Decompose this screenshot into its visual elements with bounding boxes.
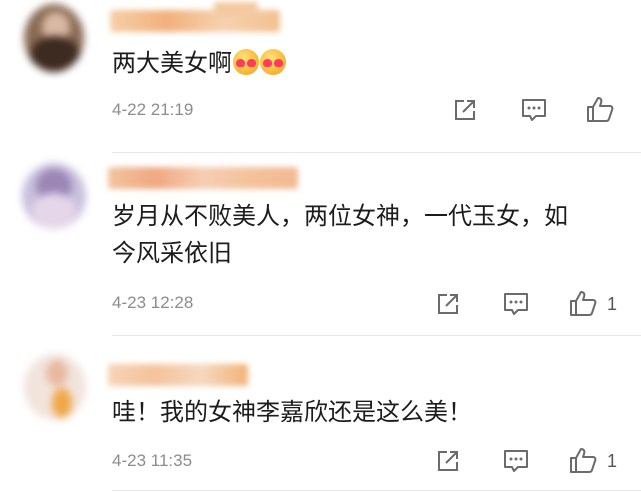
comment-text: 哇！我的女神李嘉欣还是这么美！ [112,398,472,426]
username[interactable] [108,167,298,189]
username[interactable] [108,364,248,386]
hug-emoji-icon [260,49,286,75]
like-count: 1 [607,451,618,471]
comment-item: 岁月从不败美人，两位女神，一代玉女，如今风采依旧 4-23 12:28 1 [0,153,641,335]
comment-icon[interactable] [502,448,530,474]
comment-text: 两大美女啊 [112,45,582,82]
avatar[interactable] [22,163,86,229]
comment-icon[interactable] [520,97,548,123]
share-icon[interactable] [435,448,461,474]
comment-time: 4-23 11:35 [112,451,193,470]
user-badge [214,2,258,16]
thumbs-up-icon[interactable] [585,95,615,123]
share-icon[interactable] [452,97,478,123]
comment-text: 岁月从不败美人，两位女神，一代玉女，如今风采依旧 [112,202,568,267]
comment-text-content: 两大美女啊 [112,49,232,77]
thumbs-up-icon[interactable] [568,289,598,317]
comment-time: 4-22 21:19 [112,100,194,119]
share-icon[interactable] [435,291,461,317]
comment-time: 4-23 12:28 [112,293,194,312]
avatar[interactable] [24,354,86,420]
hug-emoji-icon [233,49,259,75]
comment-item: 哇！我的女神李嘉欣还是这么美！ 4-23 11:35 1 [0,336,641,492]
comment-item: 两大美女啊 4-22 21:19 [0,0,641,152]
avatar[interactable] [24,4,84,72]
like-count: 1 [607,294,618,314]
thumbs-up-icon[interactable] [568,446,598,474]
comment-icon[interactable] [502,291,530,317]
divider [112,490,641,491]
